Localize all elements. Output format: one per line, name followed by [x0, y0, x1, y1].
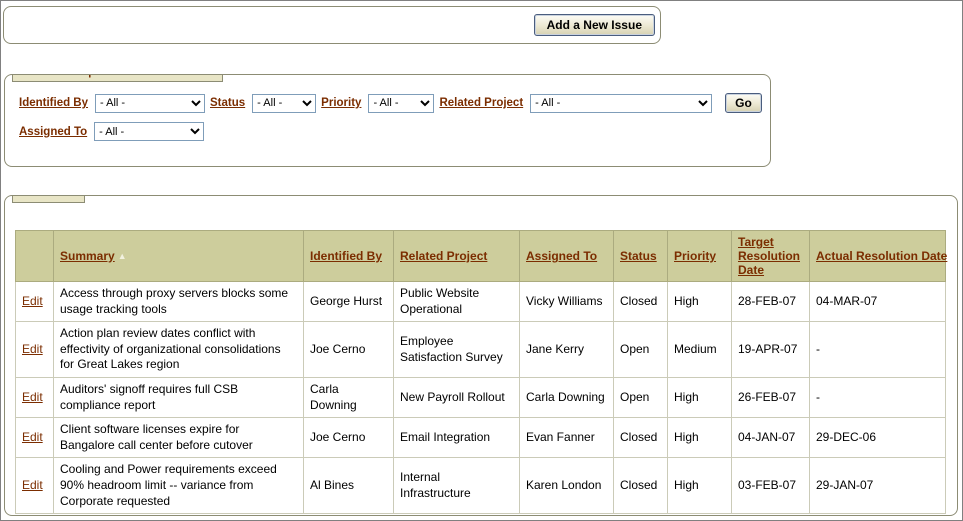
cell-summary: Auditors' signoff requires full CSB comp… [53, 376, 304, 419]
cell-assigned-to: Karen London [519, 457, 614, 515]
add-issue-region: Add a New Issue [3, 6, 661, 44]
status-label[interactable]: Status [210, 97, 245, 109]
cell-edit: Edit [15, 457, 54, 515]
cell-priority: High [667, 417, 732, 459]
cell-priority: High [667, 457, 732, 515]
issues-table: Summary ▲ Identified By Related Project A… [15, 230, 947, 515]
cell-actual-resolution-date: - [809, 321, 946, 378]
target-resolution-date-sort-link[interactable]: Target Resolution Date [738, 235, 800, 277]
priority-sort-link[interactable]: Priority [674, 249, 716, 263]
identified-by-sort-link[interactable]: Identified By [310, 249, 382, 263]
cell-priority: High [667, 280, 732, 323]
go-button[interactable]: Go [725, 93, 762, 113]
status-sort-link[interactable]: Status [620, 249, 657, 263]
identified-by-select[interactable]: - All - [95, 93, 206, 113]
cell-actual-resolution-date: 29-JAN-07 [809, 457, 946, 515]
assigned-to-sort-link[interactable]: Assigned To [526, 249, 597, 263]
related-project-label[interactable]: Related Project [439, 97, 523, 109]
cell-edit: Edit [15, 321, 54, 378]
edit-link[interactable]: Edit [22, 390, 43, 404]
column-header-edit [15, 230, 54, 282]
cell-identified-by: Al Bines [303, 457, 394, 515]
identified-by-label[interactable]: Identified By [19, 97, 88, 109]
cell-related-project: New Payroll Rollout [393, 376, 520, 419]
cell-identified-by: George Hurst [303, 280, 394, 323]
summary-sort-link[interactable]: Summary [60, 249, 115, 263]
column-header-priority: Priority [667, 230, 732, 282]
table-header-row: Summary ▲ Identified By Related Project A… [15, 230, 947, 282]
cell-actual-resolution-date: - [809, 376, 946, 419]
sort-ascending-icon: ▲ [117, 251, 127, 261]
cell-assigned-to: Vicky Williams [519, 280, 614, 323]
cell-edit: Edit [15, 280, 54, 323]
cell-edit: Edit [15, 376, 54, 419]
cell-actual-resolution-date: 04-MAR-07 [809, 280, 946, 323]
cell-summary: Access through proxy servers blocks some… [53, 280, 304, 323]
issue-report-parameters-region: Issue Report Parameters Identified By - … [4, 74, 771, 167]
region-title-issue-report-parameters: Issue Report Parameters [12, 75, 224, 82]
cell-identified-by: Carla Downing [303, 376, 394, 419]
edit-link[interactable]: Edit [22, 342, 43, 356]
filter-row-1: Identified By - All - Status - All - Pri… [19, 93, 762, 113]
assigned-to-select[interactable]: - All - [94, 122, 205, 141]
column-header-target-resolution-date: Target Resolution Date [731, 230, 810, 282]
cell-assigned-to: Carla Downing [519, 376, 614, 419]
status-select[interactable]: - All - [252, 93, 317, 113]
cell-summary: Cooling and Power requirements exceed 90… [53, 457, 304, 515]
add-new-issue-button[interactable]: Add a New Issue [533, 14, 655, 36]
cell-identified-by: Joe Cerno [303, 321, 394, 378]
cell-edit: Edit [15, 417, 54, 459]
column-header-summary: Summary ▲ [53, 230, 304, 282]
column-header-identified-by: Identified By [303, 230, 394, 282]
cell-status: Closed [613, 280, 668, 323]
cell-related-project: Employee Satisfaction Survey [393, 321, 520, 378]
cell-related-project: Internal Infrastructure [393, 457, 520, 515]
region-title-issues: Issues [12, 196, 86, 203]
cell-status: Closed [613, 457, 668, 515]
assigned-to-label[interactable]: Assigned To [19, 126, 87, 138]
cell-summary: Action plan review dates conflict with e… [53, 321, 304, 378]
table-row: Edit Access through proxy servers blocks… [15, 280, 946, 323]
column-header-related-project: Related Project [393, 230, 520, 282]
column-header-assigned-to: Assigned To [519, 230, 614, 282]
cell-target-resolution-date: 04-JAN-07 [731, 417, 810, 459]
edit-link[interactable]: Edit [22, 478, 43, 492]
table-row: Edit Client software licenses expire for… [15, 417, 946, 459]
cell-actual-resolution-date: 29-DEC-06 [809, 417, 946, 459]
cell-target-resolution-date: 26-FEB-07 [731, 376, 810, 419]
filter-row-2: Assigned To - All - [19, 122, 762, 141]
edit-link[interactable]: Edit [22, 430, 43, 444]
column-header-actual-resolution-date: Actual Resolution Date [809, 230, 947, 282]
cell-status: Closed [613, 417, 668, 459]
edit-link[interactable]: Edit [22, 294, 43, 308]
table-row: Edit Auditors' signoff requires full CSB… [15, 376, 946, 419]
cell-priority: High [667, 376, 732, 419]
cell-related-project: Email Integration [393, 417, 520, 459]
priority-select[interactable]: - All - [368, 93, 435, 113]
cell-assigned-to: Jane Kerry [519, 321, 614, 378]
cell-target-resolution-date: 19-APR-07 [731, 321, 810, 378]
related-project-sort-link[interactable]: Related Project [400, 249, 487, 263]
cell-status: Open [613, 376, 668, 419]
cell-priority: Medium [667, 321, 732, 378]
cell-assigned-to: Evan Fanner [519, 417, 614, 459]
priority-label[interactable]: Priority [321, 97, 361, 109]
cell-summary: Client software licenses expire for Bang… [53, 417, 304, 459]
cell-related-project: Public Website Operational [393, 280, 520, 323]
related-project-select[interactable]: - All - [530, 93, 713, 113]
table-row: Edit Action plan review dates conflict w… [15, 321, 946, 378]
cell-target-resolution-date: 03-FEB-07 [731, 457, 810, 515]
column-header-status: Status [613, 230, 668, 282]
cell-target-resolution-date: 28-FEB-07 [731, 280, 810, 323]
cell-identified-by: Joe Cerno [303, 417, 394, 459]
table-row: Edit Cooling and Power requirements exce… [15, 457, 946, 515]
actual-resolution-date-sort-link[interactable]: Actual Resolution Date [816, 249, 947, 263]
cell-status: Open [613, 321, 668, 378]
issues-region: Issues Summary▲ Identified By Related Pr… [4, 195, 958, 516]
